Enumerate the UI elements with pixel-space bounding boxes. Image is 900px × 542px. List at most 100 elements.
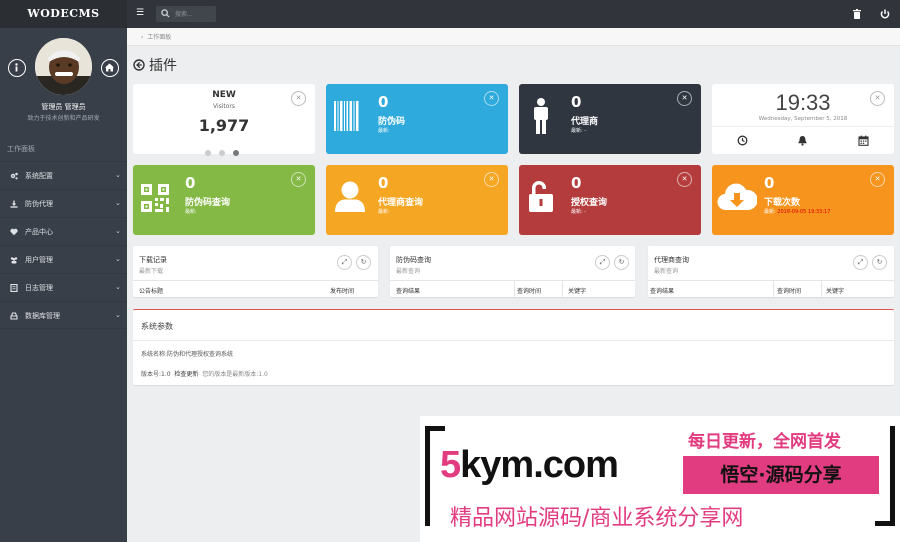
refresh-button[interactable]: ↻	[614, 255, 629, 270]
card-label: 防伪码	[378, 117, 406, 127]
trash-icon[interactable]	[851, 8, 863, 20]
sidebar-item-user-management[interactable]: 用户管理 ⌄	[0, 245, 127, 273]
sidebar: 管理员 管理员 致力于技术创新和产品研发 工作面板 系统配置 ⌄ 防伪代理 ⌄ …	[0, 28, 127, 542]
close-button[interactable]: ✕	[870, 172, 885, 187]
close-button[interactable]: ✕	[484, 91, 499, 106]
column-header: 查询结果	[650, 288, 675, 295]
expand-button[interactable]: ⤢	[595, 255, 610, 270]
search-box[interactable]: 搜索...	[156, 6, 216, 22]
user-icon	[335, 181, 365, 212]
column-header: 关键字	[826, 288, 845, 295]
column-header: 查询时间	[517, 288, 542, 295]
panel-title: 下载记录	[139, 256, 167, 264]
power-icon[interactable]	[879, 8, 891, 20]
card-value: 0	[378, 93, 389, 111]
sidebar-item-label: 用户管理	[25, 256, 53, 264]
sidebar-item-log-management[interactable]: 日志管理 ⌄	[0, 273, 127, 301]
card-latest: 最新: -	[571, 128, 587, 134]
sidebar-item-label: 产品中心	[25, 228, 53, 236]
panel-title: 代理商查询	[654, 256, 689, 264]
avatar[interactable]	[35, 38, 92, 95]
cogs-icon	[10, 172, 18, 180]
home-button[interactable]	[101, 59, 119, 77]
refresh-button[interactable]: ↻	[356, 255, 371, 270]
card-latest: 最新: -	[571, 209, 587, 215]
card-label: 代理商	[571, 117, 599, 127]
version-number: 版本号:1.0	[141, 371, 171, 378]
chevron-down-icon: ⌄	[115, 311, 121, 319]
column-header: 公告标题	[139, 288, 164, 295]
breadcrumb: › 工作面板	[127, 28, 900, 46]
stat-card-code-query: 0 防伪码查询 最新: ✕	[133, 165, 315, 235]
sidebar-item-label: 日志管理	[25, 284, 53, 292]
column-header: 关键字	[568, 288, 587, 295]
refresh-button[interactable]: ↻	[872, 255, 887, 270]
search-icon	[161, 9, 170, 18]
cloud-download-icon	[717, 183, 757, 211]
calendar-icon[interactable]	[858, 135, 869, 146]
home-icon	[105, 63, 114, 72]
close-button[interactable]: ✕	[870, 91, 885, 106]
panel-subtitle: 最新下载	[139, 268, 164, 275]
check-update-link[interactable]: 检查更新	[174, 371, 198, 378]
table-header: 查询结果 查询时间 关键字	[390, 280, 635, 298]
close-button[interactable]: ✕	[677, 172, 692, 187]
brand-logo[interactable]: WODECMS	[0, 0, 127, 28]
stat-card-auth-query: 0 授权查询 最新: - ✕	[519, 165, 701, 235]
card-value: 0	[378, 174, 389, 192]
card-value: 0	[764, 174, 775, 192]
stat-card-downloads: 0 下载次数 最新: 2018-09-05 19:33:17 ✕	[712, 165, 894, 235]
info-button[interactable]	[8, 59, 26, 77]
chevron-down-icon: ⌄	[115, 171, 121, 179]
clock-time: 19:33	[775, 90, 831, 115]
card-latest: 最新:	[378, 128, 390, 134]
card-label: 授权查询	[571, 198, 608, 208]
sidebar-item-database-management[interactable]: 数据库管理 ⌄	[0, 301, 127, 329]
sidebar-item-anti-fake-agent[interactable]: 防伪代理 ⌄	[0, 189, 127, 217]
chevron-down-icon: ⌄	[115, 283, 121, 291]
clock-card: 19:33 Wednesday, September 5, 2018 ✕	[712, 84, 894, 154]
expand-button[interactable]: ⤢	[337, 255, 352, 270]
visitors-subtitle: Visitors	[212, 103, 236, 110]
top-navbar: WODECMS ☰ 搜索...	[0, 0, 900, 28]
download-icon	[10, 200, 18, 208]
card-value: 0	[571, 174, 582, 192]
card-latest: 最新:	[378, 209, 390, 215]
card-label: 防伪码查询	[185, 198, 231, 208]
column-header: 查询结果	[396, 288, 421, 295]
ad-badge: 悟空·源码分享	[683, 456, 879, 494]
nav-section-title: 工作面板	[7, 145, 35, 153]
card-latest: 最新:	[185, 209, 197, 215]
card-label: 代理商查询	[378, 198, 424, 208]
stat-card-agent-query: 0 代理商查询 最新: ✕	[326, 165, 508, 235]
breadcrumb-item[interactable]: › 工作面板	[141, 32, 171, 41]
back-circle-icon[interactable]	[133, 59, 145, 71]
table-header: 查询结果 查询时间 关键字	[648, 280, 894, 298]
menu-toggle-icon[interactable]: ☰	[136, 8, 146, 19]
sidebar-item-label: 防伪代理	[25, 200, 53, 208]
search-input[interactable]: 搜索...	[175, 9, 193, 18]
card-value: 0	[571, 93, 582, 111]
close-button[interactable]: ✕	[484, 172, 499, 187]
page-title: 插件	[133, 55, 177, 75]
stat-card-agent: 0 代理商 最新: - ✕	[519, 84, 701, 154]
qrcode-icon	[141, 184, 169, 212]
column-header: 发布时间	[330, 288, 355, 295]
expand-button[interactable]: ⤢	[853, 255, 868, 270]
close-button[interactable]: ✕	[291, 172, 306, 187]
bell-icon[interactable]	[797, 135, 808, 146]
latest-version-text: 您的版本是最新版本:1.0	[202, 371, 268, 378]
visitors-title: NEW	[212, 90, 236, 100]
carousel-dots[interactable]	[205, 141, 239, 160]
panel-title: 防伪码查询	[396, 256, 431, 264]
sidebar-item-system-config[interactable]: 系统配置 ⌄	[0, 161, 127, 189]
clock-icon[interactable]	[737, 135, 748, 146]
system-params-panel: 系统参数 系统名称:防伪和代理授权查询系统 版本号:1.0 检查更新 您的版本是…	[133, 309, 894, 385]
panel-subtitle: 最新查询	[654, 268, 679, 275]
close-button[interactable]: ✕	[677, 91, 692, 106]
sidebar-item-label: 数据库管理	[25, 312, 60, 320]
close-button[interactable]: ✕	[291, 91, 306, 106]
version-line: 版本号:1.0 检查更新 您的版本是最新版本:1.0	[141, 369, 268, 378]
sidebar-item-product-center[interactable]: 产品中心 ⌄	[0, 217, 127, 245]
barcode-icon	[334, 101, 359, 131]
